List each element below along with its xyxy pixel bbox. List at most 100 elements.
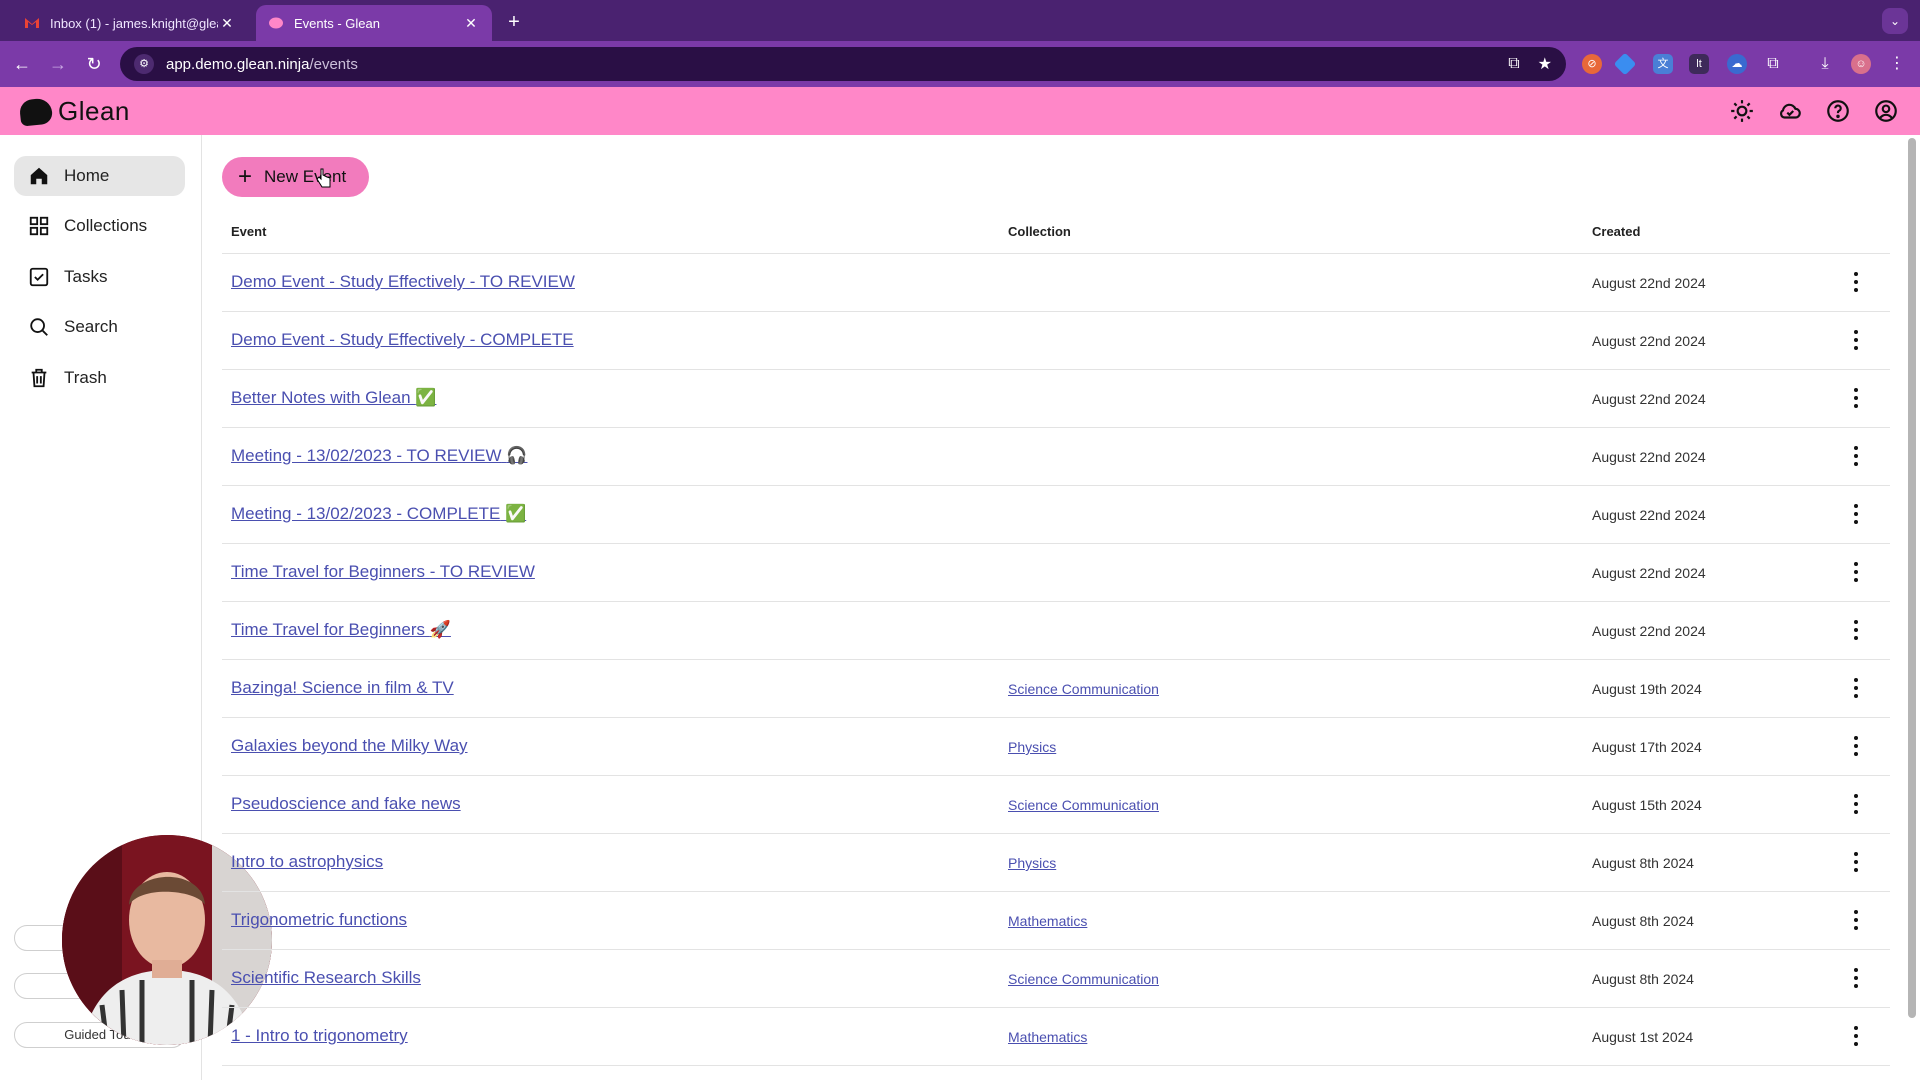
table-row[interactable]: Meeting - 13/02/2023 - TO REVIEW 🎧 August… xyxy=(222,428,1890,486)
extension-2-icon[interactable] xyxy=(1613,52,1637,76)
table-row[interactable]: Better Notes with Glean ✅ August 22nd 202… xyxy=(222,370,1890,428)
row-menu-icon[interactable] xyxy=(1844,791,1868,817)
table-row[interactable]: 1 - Intro to trigonometry Mathematics Aug… xyxy=(222,1008,1890,1066)
extension-3-icon[interactable]: lt xyxy=(1689,54,1709,74)
event-link[interactable]: Intro to astrophysics xyxy=(231,852,383,872)
cloud-sync-icon[interactable] xyxy=(1777,98,1803,124)
url-text[interactable]: app.demo.glean.ninja/events xyxy=(166,56,1490,73)
row-menu-icon[interactable] xyxy=(1844,675,1868,701)
browser-tab-events[interactable]: Events - Glean ✕ xyxy=(256,5,492,41)
collection-link[interactable]: Science Communication xyxy=(1008,971,1159,987)
tab-search-button[interactable]: ⌄ xyxy=(1882,8,1908,34)
theme-sun-icon[interactable] xyxy=(1729,98,1755,124)
checkbox-icon xyxy=(29,267,49,287)
new-event-button[interactable]: + New Event xyxy=(222,157,369,197)
profile-avatar-icon[interactable]: ☺ xyxy=(1851,54,1871,74)
collection-link[interactable]: Physics xyxy=(1008,739,1056,755)
extensions-puzzle-icon[interactable]: ⧉ xyxy=(1763,54,1783,74)
sidebar-item-tasks[interactable]: Tasks xyxy=(14,257,185,297)
extension-4-icon[interactable]: ☁ xyxy=(1727,54,1747,74)
page-scrollbar[interactable] xyxy=(1908,138,1916,1018)
row-menu-icon[interactable] xyxy=(1844,965,1868,991)
table-row[interactable]: Bazinga! Science in film & TV Science Co… xyxy=(222,660,1890,718)
event-link[interactable]: Galaxies beyond the Milky Way xyxy=(231,736,468,756)
glean-logo-icon xyxy=(18,96,54,127)
column-header-created[interactable]: Created xyxy=(1592,224,1640,239)
event-link[interactable]: Demo Event - Study Effectively - COMPLET… xyxy=(231,330,574,350)
help-icon[interactable] xyxy=(1825,98,1851,124)
sidebar-item-home[interactable]: Home xyxy=(14,156,185,196)
column-header-event[interactable]: Event xyxy=(231,224,266,239)
event-link[interactable]: Meeting - 13/02/2023 - TO REVIEW 🎧 xyxy=(231,446,527,466)
event-link[interactable]: 1 - Intro to trigonometry xyxy=(231,1026,408,1046)
glean-logo[interactable]: Glean xyxy=(18,96,130,127)
table-row[interactable]: Time Travel for Beginners 🚀 August 22nd 2… xyxy=(222,602,1890,660)
site-info-icon[interactable]: ⚙ xyxy=(134,54,154,74)
browser-menu-icon[interactable]: ⋮ xyxy=(1887,54,1907,74)
plus-icon: + xyxy=(238,163,253,190)
row-menu-icon[interactable] xyxy=(1844,733,1868,759)
translate-extension-icon[interactable]: 文 xyxy=(1653,54,1673,74)
table-row[interactable]: Scientific Research Skills Science Commu… xyxy=(222,950,1890,1008)
brand-name: Glean xyxy=(58,96,130,126)
address-bar[interactable]: ⚙ app.demo.glean.ninja/events ⧉ ★ xyxy=(120,47,1566,81)
bookmark-star-icon[interactable]: ★ xyxy=(1538,54,1552,74)
collection-link[interactable]: Mathematics xyxy=(1008,913,1087,929)
collection-link[interactable]: Physics xyxy=(1008,855,1056,871)
table-body: Demo Event - Study Effectively - TO REVI… xyxy=(222,254,1890,1066)
row-menu-icon[interactable] xyxy=(1844,1023,1868,1049)
sidebar-item-trash[interactable]: Trash xyxy=(14,358,185,398)
account-icon[interactable] xyxy=(1873,98,1899,124)
row-menu-icon[interactable] xyxy=(1844,617,1868,643)
sidebar-item-label: Tasks xyxy=(64,267,108,286)
install-app-icon[interactable]: ⧉ xyxy=(1508,55,1519,73)
download-icon[interactable]: ⤓ xyxy=(1815,54,1835,74)
event-link[interactable]: Time Travel for Beginners - TO REVIEW xyxy=(231,562,535,582)
close-tab-icon[interactable]: ✕ xyxy=(462,15,480,32)
table-row[interactable]: Demo Event - Study Effectively - COMPLET… xyxy=(222,312,1890,370)
forward-icon[interactable]: → xyxy=(44,50,72,78)
table-row[interactable]: Meeting - 13/02/2023 - COMPLETE ✅ August … xyxy=(222,486,1890,544)
collection-link[interactable]: Science Communication xyxy=(1008,797,1159,813)
event-link[interactable]: Meeting - 13/02/2023 - COMPLETE ✅ xyxy=(231,504,526,524)
reload-icon[interactable]: ↻ xyxy=(80,50,108,78)
event-link[interactable]: Trigonometric functions xyxy=(231,910,407,930)
event-link[interactable]: Better Notes with Glean ✅ xyxy=(231,388,436,408)
table-row[interactable]: Intro to astrophysics Physics August 8th … xyxy=(222,834,1890,892)
back-icon[interactable]: ← xyxy=(8,50,36,78)
event-link[interactable]: Demo Event - Study Effectively - TO REVI… xyxy=(231,272,575,292)
row-menu-icon[interactable] xyxy=(1844,327,1868,353)
browser-tab-inbox[interactable]: Inbox (1) - james.knight@glean ✕ xyxy=(12,5,248,41)
table-row[interactable]: Trigonometric functions Mathematics Augus… xyxy=(222,892,1890,950)
sidebar-item-collections[interactable]: Collections xyxy=(14,206,185,246)
row-menu-icon[interactable] xyxy=(1844,385,1868,411)
created-date: August 22nd 2024 xyxy=(1592,507,1706,523)
sidebar-item-label: Home xyxy=(64,166,110,185)
row-menu-icon[interactable] xyxy=(1844,559,1868,585)
sidebar-item-label: Trash xyxy=(64,368,107,387)
row-menu-icon[interactable] xyxy=(1844,269,1868,295)
column-header-collection[interactable]: Collection xyxy=(1008,224,1071,239)
close-tab-icon[interactable]: ✕ xyxy=(218,15,236,32)
event-link[interactable]: Time Travel for Beginners 🚀 xyxy=(231,620,451,640)
event-link[interactable]: Bazinga! Science in film & TV xyxy=(231,678,454,698)
table-row[interactable]: Demo Event - Study Effectively - TO REVI… xyxy=(222,254,1890,312)
event-link[interactable]: Pseudoscience and fake news xyxy=(231,794,461,814)
table-row[interactable]: Galaxies beyond the Milky Way Physics Aug… xyxy=(222,718,1890,776)
table-row[interactable]: Time Travel for Beginners - TO REVIEW Au… xyxy=(222,544,1890,602)
created-date: August 8th 2024 xyxy=(1592,855,1694,871)
sidebar-item-search[interactable]: Search xyxy=(14,307,185,347)
row-menu-icon[interactable] xyxy=(1844,443,1868,469)
new-tab-button[interactable]: + xyxy=(500,8,528,36)
row-menu-icon[interactable] xyxy=(1844,849,1868,875)
event-link[interactable]: Scientific Research Skills xyxy=(231,968,421,988)
collection-link[interactable]: Science Communication xyxy=(1008,681,1159,697)
new-event-label: New Event xyxy=(264,167,347,186)
row-menu-icon[interactable] xyxy=(1844,501,1868,527)
extension-1-icon[interactable]: ⊘ xyxy=(1582,54,1602,74)
row-menu-icon[interactable] xyxy=(1844,907,1868,933)
gmail-icon xyxy=(24,15,40,31)
table-row[interactable]: Pseudoscience and fake news Science Comm… xyxy=(222,776,1890,834)
event-emoji: ✅ xyxy=(415,388,437,407)
collection-link[interactable]: Mathematics xyxy=(1008,1029,1087,1045)
